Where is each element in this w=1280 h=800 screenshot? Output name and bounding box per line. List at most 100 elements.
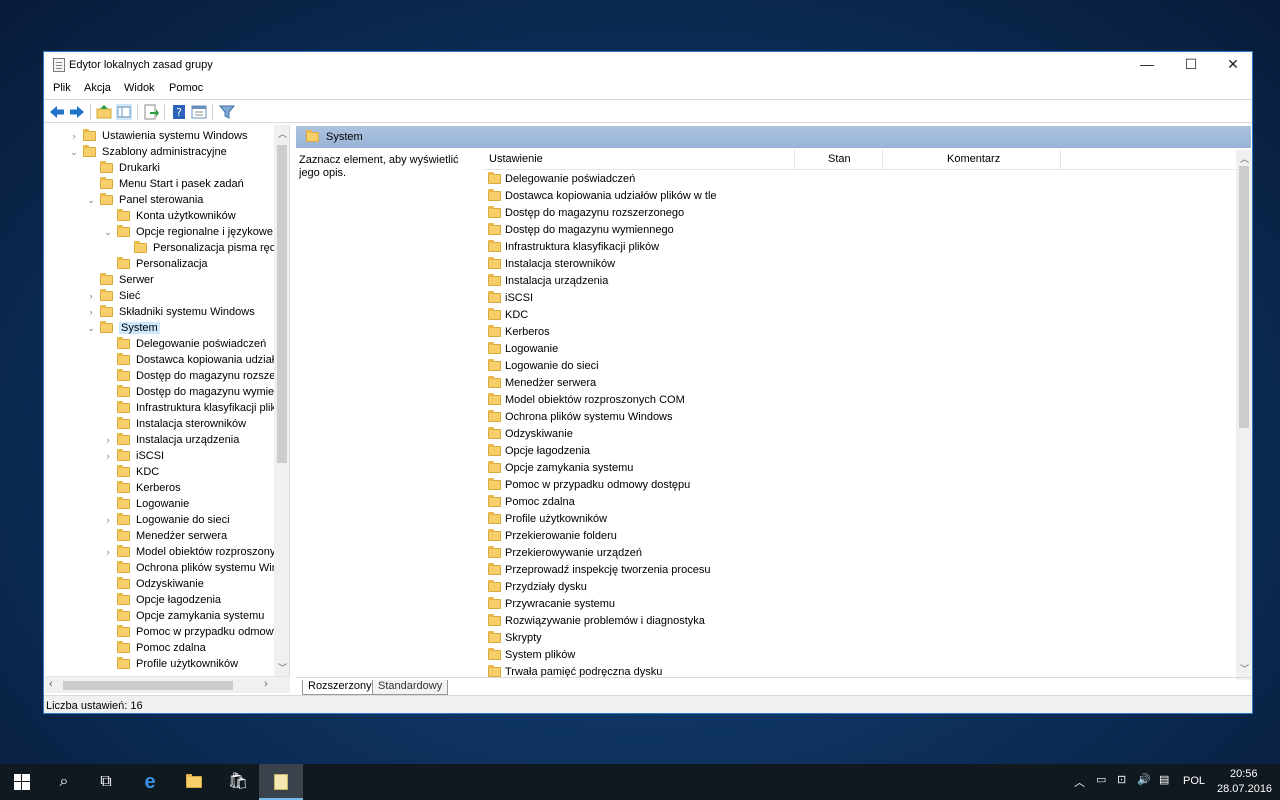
tree-item[interactable]: › Logowanie do sieci (107, 512, 230, 528)
list-item[interactable]: Dostęp do magazynu wymiennego (488, 222, 674, 239)
tree-item[interactable]: Menu Start i pasek zadań (100, 176, 244, 192)
tree-item[interactable]: ⌄ Panel sterowania (87, 192, 203, 208)
list-item[interactable]: Skrypty (488, 630, 542, 647)
list-item[interactable]: Przekierowanie folderu (488, 528, 617, 545)
scroll-right-icon[interactable]: › (264, 678, 268, 690)
tree-item[interactable]: › Sieć (90, 288, 140, 304)
scroll-down-icon[interactable]: ﹀ (278, 661, 287, 674)
tree-item[interactable]: Kerberos (117, 480, 181, 496)
properties-icon[interactable] (190, 103, 208, 121)
close-button[interactable]: ✕ (1212, 52, 1252, 79)
list-item[interactable]: Kerberos (488, 324, 550, 341)
tree-item[interactable]: Odzyskiwanie (117, 576, 204, 592)
collapse-arrow-icon[interactable]: › (86, 288, 96, 304)
action-center-icon[interactable]: ▤ (1159, 773, 1169, 786)
list-item[interactable]: Logowanie (488, 341, 558, 358)
tree-item[interactable]: Dostawca kopiowania udziałó (117, 352, 280, 368)
column-separator[interactable] (882, 150, 883, 170)
expand-arrow-icon[interactable]: ⌄ (69, 144, 79, 160)
tree-item[interactable]: Opcje łagodzenia (117, 592, 221, 608)
menu-help[interactable]: Pomoc (169, 82, 203, 94)
menu-file[interactable]: Plik (53, 82, 71, 94)
tab-standard[interactable]: Standardowy (372, 680, 449, 695)
tree-item[interactable]: Dostęp do magazynu wymien (117, 384, 280, 400)
tree-item[interactable]: Logowanie (117, 496, 189, 512)
list-item[interactable]: Infrastruktura klasyfikacji plików (488, 239, 659, 256)
list-item[interactable]: Model obiektów rozproszonych COM (488, 392, 685, 409)
tree-item[interactable]: Personalizacja pisma ręcz (134, 240, 281, 256)
task-view-icon[interactable]: ⧉ (84, 764, 128, 800)
tree-item[interactable]: Menedżer serwera (117, 528, 227, 544)
expand-arrow-icon[interactable]: ⌄ (86, 192, 96, 208)
column-setting[interactable]: Ustawienie (489, 153, 543, 165)
collapse-arrow-icon[interactable]: › (103, 544, 113, 560)
column-state[interactable]: Stan (828, 153, 851, 165)
tree-item[interactable]: Konta użytkowników (117, 208, 236, 224)
tree-item[interactable]: › Model obiektów rozproszonyc (107, 544, 281, 560)
tree-horizontal-scrollbar[interactable]: ‹ › (45, 676, 290, 693)
menu-action[interactable]: Akcja (84, 82, 111, 94)
battery-icon[interactable]: ▭ (1096, 773, 1106, 786)
store-icon[interactable]: 🛍 (216, 764, 260, 800)
tree-item[interactable]: ⌄ Opcje regionalne i językowe (104, 224, 273, 240)
list-vertical-scrollbar[interactable]: ︿ ﹀ (1236, 150, 1252, 680)
list-item[interactable]: Pomoc zdalna (488, 494, 575, 511)
tree-item[interactable]: Instalacja sterowników (117, 416, 246, 432)
tree-item[interactable]: Personalizacja (117, 256, 208, 272)
tree-item[interactable]: ⌄ System (87, 320, 160, 336)
tree-item[interactable]: Drukarki (100, 160, 160, 176)
collapse-arrow-icon[interactable]: › (103, 512, 113, 528)
tree-item[interactable]: Delegowanie poświadczeń (117, 336, 266, 352)
collapse-arrow-icon[interactable]: › (86, 304, 96, 320)
list-item[interactable]: Przywracanie systemu (488, 596, 615, 613)
column-separator[interactable] (1060, 150, 1061, 170)
list-item[interactable]: Dostęp do magazynu rozszerzonego (488, 205, 684, 222)
tree-item[interactable]: Profile użytkowników (117, 656, 238, 672)
tree-vertical-scrollbar[interactable]: ︿ ﹀ (274, 125, 289, 693)
tree-item[interactable]: › Instalacja urządzenia (107, 432, 239, 448)
export-list-icon[interactable] (142, 103, 160, 121)
tree-item[interactable]: › Ustawienia systemu Windows (73, 128, 248, 144)
tree-item[interactable]: Pomoc w przypadku odmowy (117, 624, 279, 640)
tree-item[interactable]: Infrastruktura klasyfikacji plikó (117, 400, 282, 416)
tree-item[interactable]: › iSCSI (107, 448, 164, 464)
horizontal-scroll-thumb[interactable] (63, 681, 233, 690)
tree-item[interactable]: ⌄ Szablony administracyjne (70, 144, 227, 160)
expand-arrow-icon[interactable]: ⌄ (103, 224, 113, 240)
column-separator[interactable] (794, 150, 795, 170)
gpedit-taskbar-button[interactable] (259, 764, 303, 800)
scroll-thumb[interactable] (1239, 166, 1249, 428)
tree-item[interactable]: Serwer (100, 272, 154, 288)
tree-item[interactable]: Ochrona plików systemu Wind (117, 560, 284, 576)
scroll-thumb[interactable] (277, 145, 287, 463)
minimize-button[interactable]: — (1126, 52, 1168, 79)
tree-item[interactable]: Pomoc zdalna (117, 640, 206, 656)
language-indicator[interactable]: POL (1183, 775, 1205, 787)
list-item[interactable]: Instalacja urządzenia (488, 273, 608, 290)
list-item[interactable]: Pomoc w przypadku odmowy dostępu (488, 477, 690, 494)
maximize-button[interactable]: ☐ (1170, 52, 1212, 79)
start-button[interactable] (0, 764, 44, 800)
list-item[interactable]: Rozwiązywanie problemów i diagnostyka (488, 613, 705, 630)
list-item[interactable]: Opcje zamykania systemu (488, 460, 633, 477)
list-item[interactable]: Menedżer serwera (488, 375, 596, 392)
list-item[interactable]: Delegowanie poświadczeń (488, 171, 635, 188)
collapse-arrow-icon[interactable]: › (103, 448, 113, 464)
help-icon[interactable]: ? (170, 103, 188, 121)
scroll-up-icon[interactable]: ︿ (1240, 152, 1249, 165)
column-comment[interactable]: Komentarz (947, 153, 1000, 165)
list-item[interactable]: System plików (488, 647, 575, 664)
volume-icon[interactable]: 🔊 (1137, 773, 1151, 786)
collapse-arrow-icon[interactable]: › (103, 432, 113, 448)
scroll-down-icon[interactable]: ﹀ (1240, 662, 1249, 675)
back-arrow-icon[interactable] (48, 103, 66, 121)
up-folder-icon[interactable] (95, 103, 113, 121)
collapse-arrow-icon[interactable]: › (69, 128, 79, 144)
forward-arrow-icon[interactable] (68, 103, 86, 121)
clock-time[interactable]: 20:56 (1230, 768, 1258, 780)
list-item[interactable]: Logowanie do sieci (488, 358, 599, 375)
tab-extended[interactable]: Rozszerzony (302, 680, 378, 695)
clock-date[interactable]: 28.07.2016 (1217, 783, 1272, 795)
show-hide-tree-icon[interactable] (115, 103, 133, 121)
scroll-left-icon[interactable]: ‹ (49, 678, 53, 690)
